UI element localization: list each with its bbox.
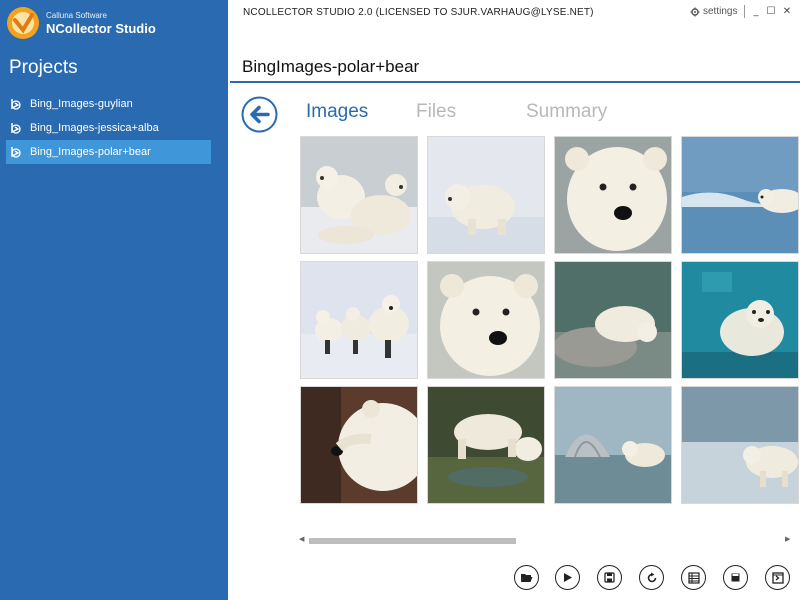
image-thumbnail[interactable] [681,386,799,504]
close-button[interactable]: ✕ [781,4,793,18]
bing-icon [11,147,21,158]
stop-icon [731,573,740,582]
image-thumbnail[interactable] [554,261,672,379]
tab-images[interactable]: Images [306,101,368,123]
tab-files[interactable]: Files [416,101,456,123]
project-item-guylian[interactable]: Bing_Images-guylian [6,92,211,116]
title-divider [230,81,800,83]
run-button[interactable] [555,565,580,590]
project-item-label: Bing_Images-polar+bear [30,146,151,158]
polar-bear-image [301,137,417,253]
list-button[interactable] [681,565,706,590]
image-thumbnail[interactable] [554,386,672,504]
polar-bear-image [428,137,544,253]
export-button[interactable] [765,565,790,590]
project-item-jessica-alba[interactable]: Bing_Images-jessica+alba [6,116,211,140]
image-thumbnail[interactable] [300,261,418,379]
image-thumbnail[interactable] [427,136,545,254]
scroll-left-button[interactable]: ◀ [299,535,304,543]
polar-bear-image [555,387,671,503]
project-item-polar-bear[interactable]: Bing_Images-polar+bear [6,140,211,164]
project-item-label: Bing_Images-jessica+alba [30,122,159,134]
polar-bear-image [682,137,798,253]
app-logo-icon [7,7,39,39]
scroll-right-button[interactable]: ▶ [785,535,790,543]
settings-label: settings [703,6,738,17]
image-thumbnail[interactable] [554,136,672,254]
image-thumbnail[interactable] [681,136,799,254]
maximize-button[interactable]: ☐ [765,4,777,18]
polar-bear-image [428,262,544,378]
brand-company: Calluna Software [46,11,107,20]
refresh-icon [647,572,656,582]
stop-button[interactable] [723,565,748,590]
bing-icon [11,99,21,110]
scroll-thumb[interactable] [309,538,516,544]
settings-link[interactable]: settings [690,6,737,17]
tab-summary[interactable]: Summary [526,101,607,123]
window-title: NCOLLECTOR STUDIO 2.0 (LICENSED TO SJUR.… [243,7,594,18]
image-thumbnail[interactable] [427,261,545,379]
project-list: Bing_Images-guylian Bing_Images-jessica+… [6,92,211,164]
open-folder-icon [521,574,533,582]
export-icon [771,571,784,584]
polar-bear-image [301,387,417,503]
project-item-label: Bing_Images-guylian [30,98,133,110]
save-button[interactable] [597,565,622,590]
refresh-button[interactable] [639,565,664,590]
polar-bear-image [301,262,417,378]
app-window: Calluna Software NCollector Studio Proje… [0,0,800,600]
polar-bear-image [682,387,798,503]
image-grid [300,136,800,508]
image-thumbnail[interactable] [427,386,545,504]
project-title: BingImages-polar+bear [242,57,420,76]
image-thumbnail[interactable] [300,386,418,504]
play-icon [564,573,572,582]
polar-bear-image [682,262,798,378]
list-icon [687,571,700,584]
polar-bear-image [428,387,544,503]
bing-icon [11,123,21,134]
image-thumbnail[interactable] [300,136,418,254]
polar-bear-image [555,262,671,378]
sidebar: Calluna Software NCollector Studio Proje… [0,0,228,600]
back-arrow-icon[interactable] [241,96,278,133]
save-icon [604,572,615,583]
minimize-button[interactable]: _ [750,4,762,18]
open-button[interactable] [514,565,539,590]
projects-heading: Projects [9,57,78,78]
horizontal-scrollbar[interactable]: ◀ ▶ [299,535,792,547]
gear-icon [690,7,700,16]
image-thumbnail[interactable] [681,261,799,379]
scroll-track[interactable] [309,538,779,544]
brand-product: NCollector Studio [46,21,156,36]
window-controls-divider [744,5,745,18]
polar-bear-image [555,137,671,253]
